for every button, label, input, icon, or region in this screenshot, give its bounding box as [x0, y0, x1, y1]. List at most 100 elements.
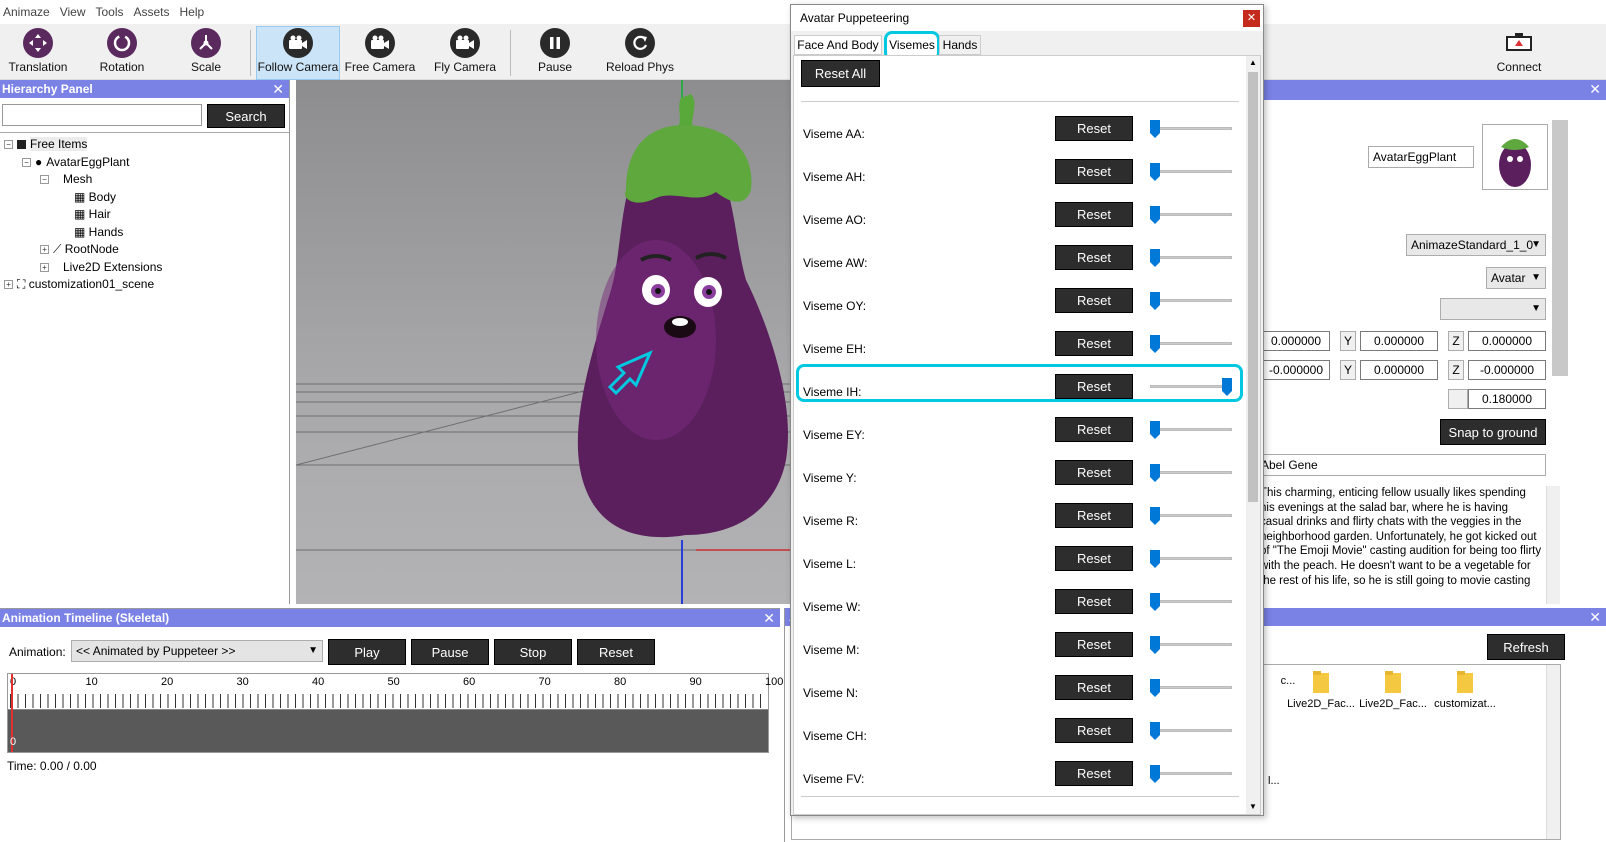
- viseme-reset-button[interactable]: Reset: [1055, 503, 1133, 528]
- pause-button[interactable]: Pause: [530, 28, 580, 80]
- viseme-slider-track[interactable]: [1150, 686, 1232, 689]
- viseme-reset-button[interactable]: Reset: [1055, 546, 1133, 571]
- position-z-field[interactable]: 0.000000: [1468, 331, 1546, 351]
- position-x-field[interactable]: 0.000000: [1262, 331, 1330, 351]
- timeline-reset-button[interactable]: Reset: [577, 639, 655, 665]
- viseme-slider-track[interactable]: [1150, 256, 1232, 259]
- viseme-slider-thumb[interactable]: [1150, 507, 1160, 525]
- viseme-reset-button[interactable]: Reset: [1055, 761, 1133, 786]
- viseme-slider-thumb[interactable]: [1150, 206, 1160, 224]
- tree-item-free-items[interactable]: − Free Items: [4, 136, 288, 154]
- viseme-reset-button[interactable]: Reset: [1055, 718, 1133, 743]
- viseme-slider-track[interactable]: [1150, 299, 1232, 302]
- timeline-pause-button[interactable]: Pause: [411, 639, 489, 665]
- tree-item-scene[interactable]: + ⛶ customization01_scene: [4, 276, 288, 294]
- viseme-slider-thumb[interactable]: [1150, 593, 1160, 611]
- viseme-reset-button[interactable]: Reset: [1055, 632, 1133, 657]
- viseme-slider-thumb[interactable]: [1150, 335, 1160, 353]
- tree-item-body[interactable]: ▦ Body: [4, 189, 288, 207]
- rotation-y-field[interactable]: 0.000000: [1360, 360, 1438, 380]
- tree-item-hands[interactable]: ▦ Hands: [4, 224, 288, 242]
- viseme-slider-track[interactable]: [1150, 643, 1232, 646]
- animation-select[interactable]: << Animated by Puppeteer >> ▼: [71, 640, 323, 662]
- viseme-slider-thumb[interactable]: [1150, 679, 1160, 697]
- viseme-slider-thumb[interactable]: [1150, 163, 1160, 181]
- scale-button[interactable]: Scale: [180, 28, 232, 80]
- viseme-slider-track[interactable]: [1150, 557, 1232, 560]
- search-button[interactable]: Search: [207, 104, 285, 128]
- asset-folder[interactable]: customizat...: [1430, 669, 1500, 710]
- menu-view[interactable]: View: [60, 5, 94, 19]
- rotation-x-field[interactable]: -0.000000: [1262, 360, 1330, 380]
- position-y-field[interactable]: 0.000000: [1360, 331, 1438, 351]
- blank-select[interactable]: ▼: [1440, 298, 1546, 320]
- viseme-slider-track[interactable]: [1150, 600, 1232, 603]
- hierarchy-search-input[interactable]: [2, 104, 202, 126]
- viseme-slider-track[interactable]: [1150, 342, 1232, 345]
- menu-animaze[interactable]: Animaze: [3, 5, 58, 19]
- viseme-slider-thumb[interactable]: [1150, 120, 1160, 138]
- dialog-scrollbar[interactable]: ▲ ▼: [1246, 56, 1260, 814]
- properties-scrollbar[interactable]: [1552, 120, 1568, 376]
- display-name-field[interactable]: Abel Gene: [1256, 454, 1546, 476]
- snap-to-ground-button[interactable]: Snap to ground: [1440, 419, 1546, 445]
- viseme-reset-button[interactable]: Reset: [1055, 675, 1133, 700]
- menu-help[interactable]: Help: [180, 5, 213, 19]
- viseme-reset-button[interactable]: Reset: [1055, 589, 1133, 614]
- free-camera-button[interactable]: Free Camera: [344, 28, 416, 80]
- viseme-slider-thumb[interactable]: [1150, 292, 1160, 310]
- scale-field[interactable]: 0.180000: [1468, 389, 1546, 409]
- viseme-slider-thumb[interactable]: [1150, 550, 1160, 568]
- viseme-slider-thumb[interactable]: [1150, 421, 1160, 439]
- tab-face-and-body[interactable]: Face And Body: [794, 35, 882, 55]
- viseme-slider-thumb[interactable]: [1150, 464, 1160, 482]
- description-text[interactable]: This charming, enticing fellow usually l…: [1258, 486, 1542, 604]
- close-icon[interactable]: ✕: [1589, 80, 1601, 98]
- close-icon[interactable]: ✕: [1589, 608, 1601, 626]
- play-button[interactable]: Play: [328, 639, 406, 665]
- viseme-reset-button[interactable]: Reset: [1055, 159, 1133, 184]
- type-select[interactable]: Avatar ▼: [1486, 267, 1546, 289]
- rotation-button[interactable]: Rotation: [94, 28, 150, 80]
- asset-folder[interactable]: Live2D_Fac...: [1286, 669, 1356, 710]
- menu-tools[interactable]: Tools: [95, 5, 131, 19]
- viseme-reset-button[interactable]: Reset: [1055, 331, 1133, 356]
- tab-hands[interactable]: Hands: [939, 35, 981, 55]
- tree-item-avatar[interactable]: − ● AvatarEggPlant: [4, 154, 288, 172]
- refresh-button[interactable]: Refresh: [1487, 634, 1565, 660]
- connect-button[interactable]: Connect: [1484, 28, 1554, 80]
- follow-camera-button[interactable]: Follow Camera: [256, 26, 340, 80]
- chevron-up-icon[interactable]: ▲: [1246, 56, 1260, 70]
- viseme-slider-thumb[interactable]: [1150, 249, 1160, 267]
- tree-item-hair[interactable]: ▦ Hair: [4, 206, 288, 224]
- asset-scrollbar[interactable]: [1546, 665, 1560, 839]
- stop-button[interactable]: Stop: [494, 639, 572, 665]
- viseme-slider-track[interactable]: [1150, 772, 1232, 775]
- rotation-z-field[interactable]: -0.000000: [1468, 360, 1546, 380]
- scene-viewport[interactable]: [296, 80, 792, 604]
- scrollbar-thumb[interactable]: [1248, 72, 1258, 502]
- chevron-down-icon[interactable]: ▼: [1246, 800, 1260, 814]
- viseme-slider-track[interactable]: [1150, 471, 1232, 474]
- close-icon[interactable]: ✕: [272, 80, 284, 98]
- viseme-slider-track[interactable]: [1150, 170, 1232, 173]
- close-icon[interactable]: ✕: [1243, 10, 1260, 27]
- translation-button[interactable]: Translation: [8, 28, 68, 80]
- fly-camera-button[interactable]: Fly Camera: [430, 28, 500, 80]
- viseme-reset-button[interactable]: Reset: [1055, 460, 1133, 485]
- viseme-slider-track[interactable]: [1150, 127, 1232, 130]
- tree-item-mesh[interactable]: − Mesh: [4, 171, 288, 189]
- reload-phys-button[interactable]: Reload Phys: [600, 28, 680, 80]
- timeline-track[interactable]: 0 10 20 30 40 50 60 70 80 90 100 0: [7, 673, 783, 753]
- viseme-reset-button[interactable]: Reset: [1055, 116, 1133, 141]
- tree-item-rootnode[interactable]: + ⟋ RootNode: [4, 241, 288, 259]
- viseme-reset-button[interactable]: Reset: [1055, 417, 1133, 442]
- reset-all-button[interactable]: Reset All: [801, 60, 880, 87]
- viseme-slider-track[interactable]: [1150, 213, 1232, 216]
- viseme-slider-thumb[interactable]: [1150, 636, 1160, 654]
- tree-item-live2d[interactable]: + Live2D Extensions: [4, 259, 288, 277]
- close-icon[interactable]: ✕: [763, 609, 775, 627]
- standard-select[interactable]: AnimazeStandard_1_0 ▼: [1406, 234, 1546, 256]
- menu-assets[interactable]: Assets: [134, 5, 178, 19]
- description-scrollbar[interactable]: [1546, 486, 1560, 604]
